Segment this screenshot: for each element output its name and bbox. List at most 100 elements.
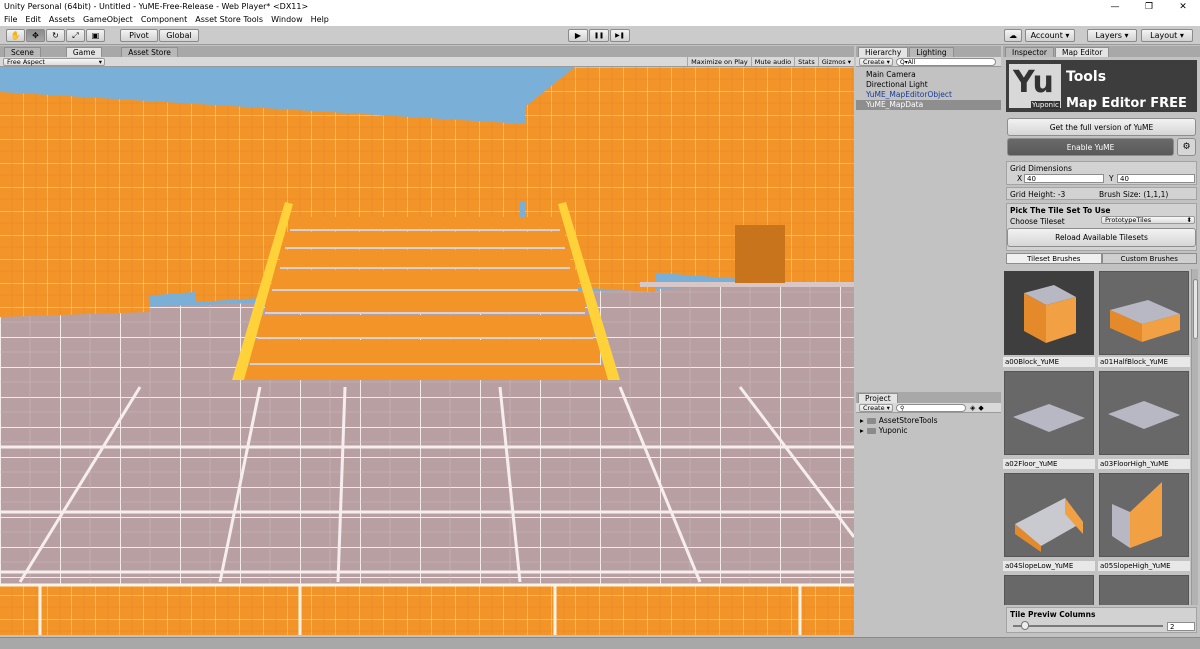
hierarchy-item-selected[interactable]: YuME_MapData bbox=[856, 100, 1001, 110]
global-toggle[interactable]: Global bbox=[159, 29, 199, 42]
aspect-dropdown[interactable]: Free Aspect ▾ bbox=[3, 57, 105, 66]
hierarchy-item[interactable]: Directional Light bbox=[856, 80, 1001, 90]
tile-preview[interactable] bbox=[1099, 371, 1189, 455]
tab-inspector[interactable]: Inspector bbox=[1005, 47, 1054, 57]
tab-custom-brushes[interactable]: Custom Brushes bbox=[1101, 253, 1197, 264]
game-viewport[interactable] bbox=[0, 67, 854, 635]
tileset-value: PrototypeTiles bbox=[1105, 216, 1152, 224]
rotate-tool-icon[interactable]: ↻ bbox=[46, 29, 65, 42]
hierarchy-search-text: Q▾All bbox=[900, 58, 916, 66]
hierarchy-search-input[interactable]: Q▾All bbox=[896, 57, 996, 66]
scale-tool-icon[interactable]: ⤢ bbox=[66, 29, 85, 42]
project-panel: ▸ AssetStoreTools ▸ Yuponic bbox=[856, 414, 1001, 635]
grid-x-field[interactable]: 40 bbox=[1024, 174, 1104, 183]
yuponic-brand: Yuponic bbox=[1031, 101, 1060, 109]
tab-scene[interactable]: Scene bbox=[4, 47, 41, 57]
tile-preview[interactable] bbox=[1099, 271, 1189, 355]
enable-yume-button[interactable]: Enable YuME bbox=[1007, 138, 1174, 156]
menu-component[interactable]: Component bbox=[141, 15, 187, 24]
menu-help[interactable]: Help bbox=[311, 15, 329, 24]
hierarchy-item[interactable]: YuME_MapEditorObject bbox=[856, 90, 1001, 100]
enable-yume-label: Enable YuME bbox=[1066, 142, 1115, 152]
tab-tileset-brushes[interactable]: Tileset Brushes bbox=[1006, 253, 1102, 264]
cloud-icon[interactable]: ☁ bbox=[1004, 29, 1022, 42]
gizmos-toggle[interactable]: Gizmos ▾ bbox=[817, 57, 854, 66]
play-button[interactable]: ▶ bbox=[568, 29, 588, 42]
maximize-on-play-toggle[interactable]: Maximize on Play bbox=[687, 57, 751, 66]
tab-project[interactable]: Project bbox=[858, 393, 898, 403]
folder-icon bbox=[866, 418, 876, 424]
tile-preview[interactable] bbox=[1004, 473, 1094, 557]
project-tab-bar: Project bbox=[856, 392, 1001, 403]
project-create-dropdown[interactable]: Create ▾ bbox=[859, 403, 893, 412]
move-tool-icon[interactable]: ✥ bbox=[26, 29, 45, 42]
layers-dropdown[interactable]: Layers ▾ bbox=[1087, 29, 1137, 42]
tab-scene-label: Scene bbox=[11, 48, 34, 57]
menu-window[interactable]: Window bbox=[271, 15, 303, 24]
maximize-button[interactable]: ❐ bbox=[1132, 2, 1166, 12]
tab-lighting[interactable]: Lighting bbox=[909, 47, 954, 57]
project-folder[interactable]: ▸ Yuponic bbox=[856, 426, 1001, 436]
settings-icon[interactable]: ⚙ bbox=[1177, 138, 1196, 156]
tileset-dropdown[interactable]: PrototypeTiles ⬍ bbox=[1101, 216, 1195, 224]
tile-label: a05SlopeHigh_YuME bbox=[1098, 561, 1190, 571]
tile-preview[interactable] bbox=[1004, 271, 1094, 355]
preview-columns-field[interactable]: 2 bbox=[1167, 622, 1195, 631]
hierarchy-create-dropdown[interactable]: Create ▾ bbox=[859, 57, 893, 66]
pivot-toggle[interactable]: Pivot bbox=[120, 29, 158, 42]
get-full-version-button[interactable]: Get the full version of YuME bbox=[1007, 118, 1196, 136]
preview-columns-slider[interactable] bbox=[1013, 625, 1163, 627]
game-view-toolbar: Free Aspect ▾ Maximize on Play Mute audio… bbox=[0, 57, 854, 67]
tab-inspector-label: Inspector bbox=[1012, 48, 1047, 57]
filter-icon[interactable]: ◈ bbox=[970, 404, 975, 412]
menu-edit[interactable]: Edit bbox=[25, 15, 41, 24]
grid-y-field[interactable]: 40 bbox=[1117, 174, 1195, 183]
mute-audio-toggle[interactable]: Mute audio bbox=[750, 57, 794, 66]
hierarchy-create-label: Create bbox=[863, 57, 885, 66]
minimize-button[interactable]: — bbox=[1098, 2, 1132, 12]
main-toolbar: ✋ ✥ ↻ ⤢ ▣ Pivot Global ▶ ❚❚ ▶❚ ☁ Account… bbox=[0, 26, 1200, 45]
floor-icon bbox=[1013, 404, 1085, 432]
rect-tool-icon[interactable]: ▣ bbox=[86, 29, 105, 42]
folder-icon bbox=[866, 428, 876, 434]
tile-preview[interactable] bbox=[1004, 575, 1094, 605]
tile-preview[interactable] bbox=[1099, 575, 1189, 605]
pause-icon: ❚❚ bbox=[593, 32, 605, 39]
tab-game[interactable]: Game bbox=[65, 47, 103, 57]
map-editor-panel: Yu Yuponic Tools Map Editor FREE Get the… bbox=[1003, 57, 1200, 635]
slider-handle[interactable] bbox=[1021, 621, 1029, 630]
menu-file[interactable]: File bbox=[4, 15, 17, 24]
tab-asset-store[interactable]: Asset Store bbox=[121, 47, 178, 57]
tile-preview[interactable] bbox=[1004, 371, 1094, 455]
menu-gameobject[interactable]: GameObject bbox=[83, 15, 133, 24]
menu-asset-store-tools[interactable]: Asset Store Tools bbox=[195, 15, 263, 24]
layout-dropdown[interactable]: Layout ▾ bbox=[1141, 29, 1193, 42]
scrollbar-thumb[interactable] bbox=[1193, 279, 1198, 339]
game-render bbox=[0, 67, 854, 635]
preview-columns-label: Tile Previw Columns bbox=[1010, 610, 1096, 619]
account-dropdown[interactable]: Account ▾ bbox=[1025, 29, 1075, 42]
step-button[interactable]: ▶❚ bbox=[610, 29, 630, 42]
half-block-icon bbox=[1110, 300, 1180, 342]
project-folder[interactable]: ▸ AssetStoreTools bbox=[856, 416, 1001, 426]
tile-label: a00Block_YuME bbox=[1003, 357, 1095, 367]
hierarchy-item[interactable]: Main Camera bbox=[856, 70, 1001, 80]
front-wall bbox=[0, 585, 854, 635]
tab-map-editor[interactable]: Map Editor bbox=[1054, 47, 1110, 57]
pause-button[interactable]: ❚❚ bbox=[589, 29, 609, 42]
stats-toggle[interactable]: Stats bbox=[794, 57, 818, 66]
menu-assets[interactable]: Assets bbox=[49, 15, 75, 24]
hand-tool-icon[interactable]: ✋ bbox=[6, 29, 25, 42]
block-icon bbox=[1024, 285, 1076, 343]
brush-tabs: Tileset Brushes Custom Brushes bbox=[1006, 253, 1197, 264]
close-button[interactable]: ✕ bbox=[1166, 2, 1200, 12]
project-search-input[interactable]: ⚲ bbox=[896, 403, 966, 412]
layers-label: Layers bbox=[1095, 31, 1122, 40]
yume-logo-banner: Yu Yuponic Tools Map Editor FREE bbox=[1006, 60, 1197, 112]
tile-preview[interactable] bbox=[1099, 473, 1189, 557]
tab-hierarchy[interactable]: Hierarchy bbox=[858, 47, 909, 57]
tile-scrollbar[interactable] bbox=[1191, 269, 1198, 605]
label-icon[interactable]: ◆ bbox=[978, 404, 983, 412]
reload-tilesets-button[interactable]: Reload Available Tilesets bbox=[1007, 228, 1196, 247]
slope-high-icon bbox=[1112, 482, 1162, 548]
